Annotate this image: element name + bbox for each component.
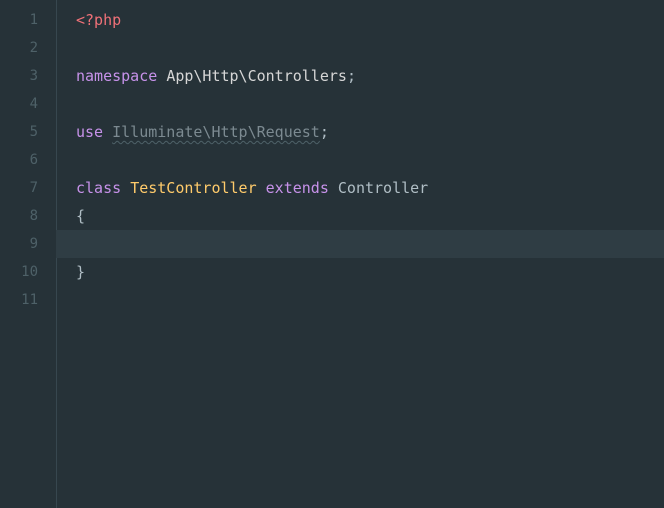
space [329, 174, 338, 202]
code-editor[interactable]: 1 2 3 4 5 6 7 8 9 10 11 <?php namespace … [0, 0, 664, 508]
line-number: 1 [5, 6, 56, 34]
space [103, 118, 112, 146]
semicolon: ; [347, 62, 356, 90]
space [157, 62, 166, 90]
code-line[interactable] [76, 90, 664, 118]
code-area[interactable]: <?php namespace App\Http\Controllers; us… [56, 0, 664, 508]
code-line[interactable] [76, 34, 664, 62]
code-line[interactable]: use Illuminate\Http\Request; [76, 118, 664, 146]
line-number: 11 [5, 286, 56, 314]
line-number: 6 [5, 146, 56, 174]
line-number: 5 [5, 118, 56, 146]
namespace-name: App\Http\Controllers [166, 62, 347, 90]
keyword: extends [266, 174, 329, 202]
space [121, 174, 130, 202]
code-line[interactable]: } [76, 258, 664, 286]
gutter: 1 2 3 4 5 6 7 8 9 10 11 [0, 0, 56, 508]
code-line[interactable] [76, 146, 664, 174]
line-number: 3 [5, 62, 56, 90]
code-line[interactable]: { [76, 202, 664, 230]
keyword: namespace [76, 62, 157, 90]
line-number: 7 [5, 174, 56, 202]
semicolon: ; [320, 118, 329, 146]
line-number: 8 [5, 202, 56, 230]
line-number: 10 [5, 258, 56, 286]
space [257, 174, 266, 202]
code-line[interactable]: <?php [76, 6, 664, 34]
line-number: 4 [5, 90, 56, 118]
brace-close: } [76, 258, 85, 286]
code-line[interactable]: class TestController extends Controller [76, 174, 664, 202]
php-open-tag: <?php [76, 6, 121, 34]
class-name: TestController [130, 174, 256, 202]
base-class-name: Controller [338, 174, 428, 202]
code-line-current[interactable] [56, 230, 664, 258]
keyword: use [76, 118, 103, 146]
line-number: 2 [5, 34, 56, 62]
code-line[interactable]: namespace App\Http\Controllers; [76, 62, 664, 90]
code-line[interactable] [76, 286, 664, 314]
brace-open: { [76, 202, 85, 230]
unused-import: Illuminate\Http\Request [112, 118, 320, 146]
line-number: 9 [5, 230, 56, 258]
keyword: class [76, 174, 121, 202]
